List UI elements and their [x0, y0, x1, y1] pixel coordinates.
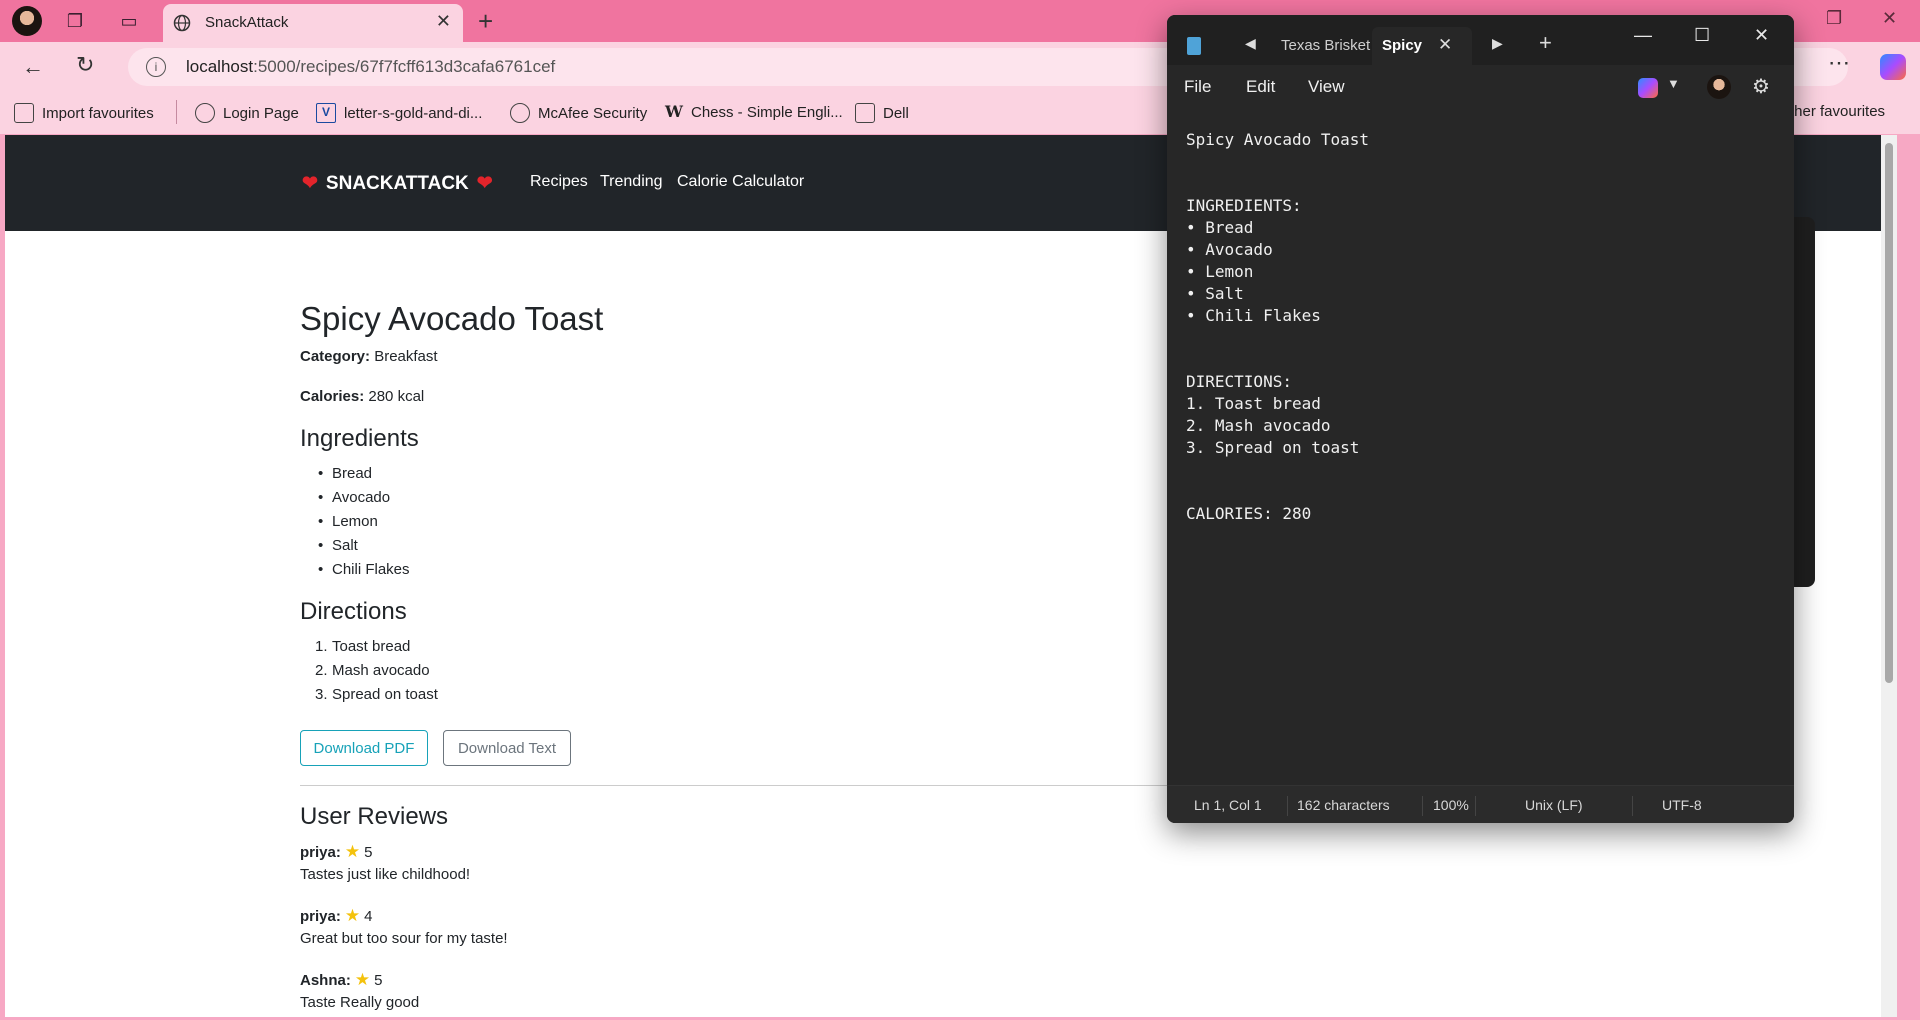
status-separator: [1475, 796, 1476, 816]
status-separator: [1287, 796, 1288, 816]
more-options-icon[interactable]: ⋯: [1828, 50, 1850, 76]
ingredients-heading: Ingredients: [300, 425, 419, 452]
site-info-icon[interactable]: i: [146, 57, 166, 77]
notepad-titlebar: ◀ Texas Brisket Spicy ✕ ▶ + — ☐ ✕: [1167, 15, 1794, 65]
review-author: priya: ★ 5: [300, 842, 373, 861]
close-window-icon[interactable]: ✕: [1754, 25, 1769, 46]
star-icon: ★: [354, 970, 371, 989]
tab-scroll-left-icon[interactable]: ◀: [1245, 35, 1256, 52]
star-icon: ★: [344, 906, 361, 925]
notepad-menubar: File Edit View ▼ ⚙: [1167, 65, 1794, 109]
ingredient-item: • Chili Flakes: [318, 561, 410, 578]
ingredient-item: • Lemon: [318, 513, 378, 530]
new-tab-icon[interactable]: +: [1539, 30, 1552, 56]
bookmark-separator: [176, 100, 177, 124]
nav-trending[interactable]: Trending: [600, 173, 663, 191]
nav-calorie-calculator[interactable]: Calorie Calculator: [677, 173, 804, 191]
download-text-button[interactable]: Download Text: [443, 730, 571, 766]
direction-step: 1. Toast bread: [315, 638, 411, 655]
import-icon: [14, 103, 34, 123]
other-favourites[interactable]: ther favourites: [1790, 103, 1885, 120]
status-separator: [1422, 796, 1423, 816]
restore-window-icon[interactable]: ❐: [1826, 8, 1842, 29]
ingredient-item: • Bread: [318, 465, 373, 482]
status-zoom[interactable]: 100%: [1433, 797, 1469, 813]
review-author: priya: ★ 4: [300, 906, 373, 925]
globe-icon: [510, 103, 530, 123]
notepad-icon: [1187, 37, 1201, 55]
bookmark-letter-s[interactable]: Vletter-s-gold-and-di...: [316, 103, 482, 123]
copilot-icon[interactable]: [1638, 78, 1658, 98]
status-separator: [1632, 796, 1633, 816]
menu-file[interactable]: File: [1184, 77, 1211, 97]
notepad-content[interactable]: Spicy Avocado Toast INGREDIENTS: • Bread…: [1186, 129, 1369, 525]
close-window-icon[interactable]: ✕: [1882, 8, 1897, 29]
tab-scroll-right-icon[interactable]: ▶: [1492, 35, 1503, 52]
notepad-editor[interactable]: Spicy Avocado Toast INGREDIENTS: • Bread…: [1167, 109, 1794, 779]
reload-icon[interactable]: ↻: [76, 52, 94, 78]
direction-step: 2. Mash avocado: [315, 662, 430, 679]
directions-heading: Directions: [300, 598, 407, 625]
recipe-calories: Calories: 280 kcal: [300, 388, 425, 405]
globe-icon: [195, 103, 215, 123]
page-scrollbar[interactable]: [1881, 135, 1897, 1017]
account-avatar[interactable]: [1707, 75, 1731, 99]
url-text[interactable]: localhost:5000/recipes/67f7fcff613d3cafa…: [186, 57, 555, 77]
review-text: Tastes just like childhood!: [300, 866, 471, 883]
profile-avatar[interactable]: [12, 6, 42, 36]
status-line-ending[interactable]: Unix (LF): [1525, 797, 1583, 813]
workspaces-icon[interactable]: ❐: [62, 8, 88, 34]
recipe-category: Category: Breakfast: [300, 348, 438, 365]
review-author: Ashna: ★ 5: [300, 970, 383, 989]
vertical-tabs-icon[interactable]: ▭: [116, 8, 142, 34]
divider: [300, 785, 1180, 786]
notepad-window: ◀ Texas Brisket Spicy ✕ ▶ + — ☐ ✕ File E…: [1167, 15, 1794, 823]
bookmark-chess[interactable]: W Chess - Simple Engli...: [665, 103, 843, 121]
notepad-statusbar: Ln 1, Col 1 162 characters 100% Unix (LF…: [1167, 785, 1794, 823]
tab-title: SnackAttack: [205, 14, 289, 31]
reviews-heading: User Reviews: [300, 803, 449, 830]
minimize-icon[interactable]: —: [1634, 25, 1652, 46]
close-tab-icon[interactable]: ✕: [436, 11, 451, 32]
new-tab-icon[interactable]: +: [478, 6, 493, 37]
notepad-tab-spicy[interactable]: Spicy ✕: [1372, 27, 1472, 65]
bookmark-import-favourites[interactable]: Import favourites: [14, 103, 154, 123]
letter-v-icon: V: [316, 103, 336, 123]
review-text: Great but too sour for my taste!: [300, 930, 508, 947]
status-encoding[interactable]: UTF-8: [1662, 797, 1702, 813]
menu-view[interactable]: View: [1308, 77, 1345, 97]
star-icon: ★: [344, 842, 361, 861]
notepad-tab-texas-brisket[interactable]: Texas Brisket: [1281, 37, 1371, 54]
review-text: Taste Really good: [300, 994, 420, 1011]
browser-tab-active[interactable]: SnackAttack ✕: [163, 4, 463, 42]
ingredient-item: • Salt: [318, 537, 358, 554]
status-cursor-position: Ln 1, Col 1: [1194, 797, 1262, 813]
recipe-title: Spicy Avocado Toast: [300, 300, 604, 337]
bookmark-login-page[interactable]: Login Page: [195, 103, 299, 123]
scrollbar-thumb[interactable]: [1885, 143, 1893, 683]
gear-icon[interactable]: ⚙: [1752, 74, 1770, 99]
copilot-icon[interactable]: [1880, 54, 1906, 80]
bookmark-mcafee[interactable]: McAfee Security: [510, 103, 647, 123]
direction-step: 3. Spread on toast: [315, 686, 438, 703]
back-arrow-icon[interactable]: ←: [22, 54, 44, 80]
ingredient-item: • Avocado: [318, 489, 391, 506]
bookmark-dell[interactable]: Dell: [855, 103, 909, 123]
status-char-count: 162 characters: [1297, 797, 1390, 813]
globe-icon: [173, 14, 191, 37]
close-tab-icon[interactable]: ✕: [1438, 35, 1452, 55]
maximize-icon[interactable]: ☐: [1694, 25, 1710, 46]
download-pdf-button[interactable]: Download PDF: [300, 730, 428, 766]
menu-edit[interactable]: Edit: [1246, 77, 1275, 97]
nav-recipes[interactable]: Recipes: [530, 173, 588, 191]
heart-icon: ❤: [302, 173, 318, 194]
site-brand[interactable]: ❤ SNACKATTACK ❤: [302, 172, 493, 195]
wikipedia-icon: W: [665, 102, 683, 121]
folder-icon: [855, 103, 875, 123]
heart-icon: ❤: [476, 173, 493, 194]
chevron-down-icon[interactable]: ▼: [1667, 76, 1680, 91]
